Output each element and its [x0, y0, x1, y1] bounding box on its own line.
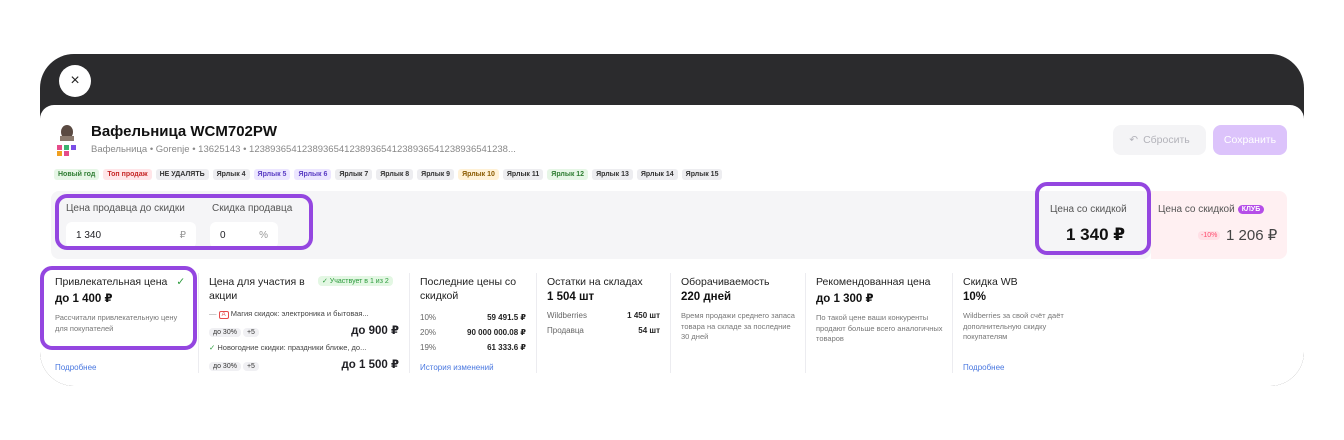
- highlight-seller-fields: [55, 194, 313, 250]
- close-icon: ×: [70, 72, 80, 89]
- wb-discount-value: 10%: [963, 291, 987, 303]
- promo-price-2: до 1 500 ₽: [341, 359, 400, 371]
- reset-label: Сбросить: [1143, 134, 1190, 146]
- promo-participation-badge: ✓ Участвует в 1 из 2: [318, 276, 393, 286]
- card-stock: Остатки на складах 1 504 шт Wildberries 1…: [547, 276, 660, 335]
- tag-chip[interactable]: Ярлык 9: [417, 169, 455, 180]
- promo-chip: +5: [242, 328, 259, 337]
- club-price-label-text: Цена со скидкой: [1158, 204, 1235, 215]
- divider: [198, 273, 199, 373]
- check-icon: ✓: [209, 343, 216, 352]
- divider: [670, 273, 671, 373]
- tag-chip[interactable]: Ярлык 11: [502, 169, 544, 180]
- product-subtitle: Вафельница • Gorenje • 13625143 • 123893…: [91, 144, 516, 155]
- tag-chip[interactable]: Ярлык 10: [458, 169, 499, 180]
- club-price-label: Цена со скидкой КЛУБ: [1158, 204, 1265, 215]
- recommended-value: до 1 300 ₽: [816, 293, 874, 305]
- tag-chip[interactable]: Ярлык 7: [335, 169, 373, 180]
- highlight-discounted-price: [1035, 182, 1151, 255]
- reset-button[interactable]: ↶ Сбросить: [1113, 125, 1206, 155]
- card-promo-price: Цена для участия в акции — А Магия скидо…: [209, 275, 399, 375]
- product-image: [57, 125, 76, 156]
- promo-title: Цена для участия в акции: [209, 276, 305, 302]
- close-button[interactable]: ×: [59, 65, 91, 97]
- attractive-more-link[interactable]: Подробнее: [55, 363, 97, 372]
- product-title: Вафельница WCM702PW: [91, 123, 278, 140]
- club-price-panel: [1151, 191, 1287, 259]
- card-recommended-price: Рекомендованная цена до 1 300 ₽ По такой…: [816, 275, 946, 375]
- recommended-desc: По такой цене ваши конкуренты продают бо…: [816, 313, 943, 343]
- tag-chip[interactable]: Ярлык 5: [253, 169, 291, 180]
- tag-chip[interactable]: Ярлык 14: [636, 169, 678, 180]
- recommended-title: Рекомендованная цена: [816, 276, 931, 288]
- club-badge: КЛУБ: [1237, 204, 1265, 214]
- card-turnover: Оборачиваемость 220 дней Время продажи с…: [681, 275, 796, 375]
- divider: [805, 273, 806, 373]
- tag-chip[interactable]: Новый год: [54, 169, 100, 180]
- promo-chip: +5: [242, 362, 259, 371]
- product-sheet: Вафельница WCM702PW Вафельница • Gorenje…: [40, 105, 1304, 386]
- divider: [409, 273, 410, 373]
- stock-title: Остатки на складах: [547, 276, 643, 288]
- tag-chip[interactable]: Топ продаж: [103, 169, 152, 180]
- promo-icon: А: [218, 311, 229, 319]
- last-prices-title: Последние цены со скидкой: [420, 276, 517, 302]
- tag-chip[interactable]: Ярлык 8: [376, 169, 414, 180]
- save-button[interactable]: Сохранить: [1213, 125, 1287, 155]
- promo-item-1[interactable]: — А Магия скидок: электроника и бытовая.…: [209, 309, 399, 319]
- modal-window: × Вафельница WCM702PW Вафельница • Goren…: [40, 54, 1304, 386]
- turnover-title: Оборачиваемость: [681, 276, 770, 288]
- tag-chip[interactable]: Ярлык 12: [547, 169, 589, 180]
- highlight-attractive-price: [40, 266, 197, 350]
- divider: [952, 273, 953, 373]
- divider: [536, 273, 537, 373]
- tag-chip[interactable]: НЕ УДАЛЯТЬ: [155, 169, 209, 180]
- promo-item-2[interactable]: ✓ Новогодние скидки: праздники ближе, до…: [209, 343, 399, 352]
- stock-value: 1 504 шт: [547, 291, 595, 303]
- card-wb-discount: Скидка WB 10% Wildberries за свой счёт д…: [963, 275, 1068, 375]
- card-last-prices: Последние цены со скидкой 10% 59 491.5 ₽ …: [420, 276, 526, 352]
- price-history-link[interactable]: История изменений: [420, 363, 494, 372]
- tag-list: Новый год Топ продаж НЕ УДАЛЯТЬ Ярлык 4 Ярлы…: [54, 169, 723, 180]
- undo-icon: ↶: [1129, 134, 1139, 146]
- club-price-value: 1 206 ₽: [1226, 227, 1278, 244]
- turnover-value: 220 дней: [681, 291, 732, 303]
- turnover-desc: Время продажи среднего запаса товара на …: [681, 311, 795, 341]
- wb-discount-more-link[interactable]: Подробнее: [963, 363, 1005, 372]
- wb-discount-desc: Wildberries за свой счёт даёт дополнител…: [963, 311, 1064, 341]
- tag-chip[interactable]: Ярлык 6: [294, 169, 332, 180]
- promo-chip: до 30%: [209, 362, 241, 371]
- tag-chip[interactable]: Ярлык 15: [681, 169, 723, 180]
- promo-chip: до 30%: [209, 328, 241, 337]
- tag-chip[interactable]: Ярлык 13: [592, 169, 633, 180]
- promo-price-1: до 900 ₽: [351, 325, 399, 337]
- tag-chip[interactable]: Ярлык 4: [212, 169, 250, 180]
- wb-discount-title: Скидка WB: [963, 276, 1018, 288]
- club-percent-badge: -10%: [1198, 231, 1221, 240]
